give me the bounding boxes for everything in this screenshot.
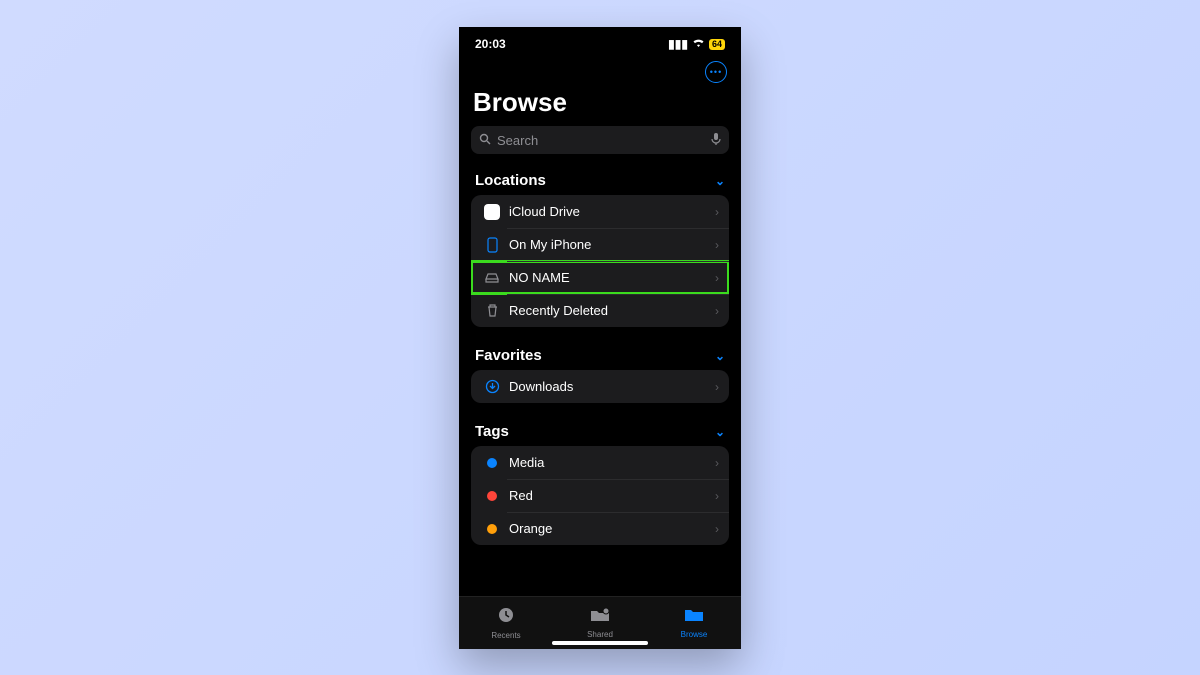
chevron-right-icon: ›	[715, 205, 719, 219]
phone-frame: 20:03 ▮▮▮ 64 ••• Browse Search Loc	[459, 27, 741, 649]
tab-browse[interactable]: Browse	[647, 597, 741, 649]
download-icon	[481, 379, 503, 394]
chevron-right-icon: ›	[715, 522, 719, 536]
tag-dot-icon	[487, 491, 497, 501]
shared-folder-icon	[590, 607, 610, 628]
search-icon	[479, 133, 491, 148]
search-placeholder: Search	[497, 133, 538, 148]
favorites-list: Downloads ›	[471, 370, 729, 403]
favorite-downloads[interactable]: Downloads ›	[471, 370, 729, 403]
section-header-tags[interactable]: Tags ⌄	[459, 417, 741, 446]
battery-icon: 64	[709, 39, 725, 50]
more-options-button[interactable]: •••	[705, 61, 727, 83]
section-header-favorites[interactable]: Favorites ⌄	[459, 341, 741, 370]
chevron-right-icon: ›	[715, 380, 719, 394]
clock: 20:03	[475, 37, 506, 51]
clock-icon	[497, 606, 515, 629]
icloud-icon: ☁︎	[484, 204, 500, 220]
chevron-down-icon: ⌄	[715, 349, 725, 363]
location-no-name[interactable]: NO NAME ›	[471, 261, 729, 294]
cellular-icon: ▮▮▮	[668, 37, 688, 51]
tags-list: Media › Red › Orange ›	[471, 446, 729, 545]
mic-icon[interactable]	[711, 132, 721, 149]
folder-icon	[684, 607, 704, 628]
chevron-right-icon: ›	[715, 238, 719, 252]
chevron-down-icon: ⌄	[715, 425, 725, 439]
location-icloud-drive[interactable]: ☁︎ iCloud Drive ›	[471, 195, 729, 228]
tag-red[interactable]: Red ›	[471, 479, 729, 512]
home-indicator[interactable]	[552, 641, 648, 645]
chevron-right-icon: ›	[715, 271, 719, 285]
search-input[interactable]: Search	[471, 126, 729, 154]
page-title: Browse	[459, 85, 741, 126]
chevron-down-icon: ⌄	[715, 174, 725, 188]
location-recently-deleted[interactable]: Recently Deleted ›	[471, 294, 729, 327]
tag-orange[interactable]: Orange ›	[471, 512, 729, 545]
chevron-right-icon: ›	[715, 489, 719, 503]
chevron-right-icon: ›	[715, 304, 719, 318]
wifi-icon	[692, 37, 705, 51]
tag-media[interactable]: Media ›	[471, 446, 729, 479]
status-bar: 20:03 ▮▮▮ 64	[459, 27, 741, 55]
tag-dot-icon	[487, 524, 497, 534]
chevron-right-icon: ›	[715, 456, 719, 470]
section-header-locations[interactable]: Locations ⌄	[459, 166, 741, 195]
locations-list: ☁︎ iCloud Drive › On My iPhone › NO NAME…	[471, 195, 729, 327]
tag-dot-icon	[487, 458, 497, 468]
external-drive-icon	[481, 272, 503, 284]
location-on-my-iphone[interactable]: On My iPhone ›	[471, 228, 729, 261]
iphone-icon	[481, 237, 503, 253]
trash-icon	[481, 303, 503, 318]
tab-recents[interactable]: Recents	[459, 597, 553, 649]
